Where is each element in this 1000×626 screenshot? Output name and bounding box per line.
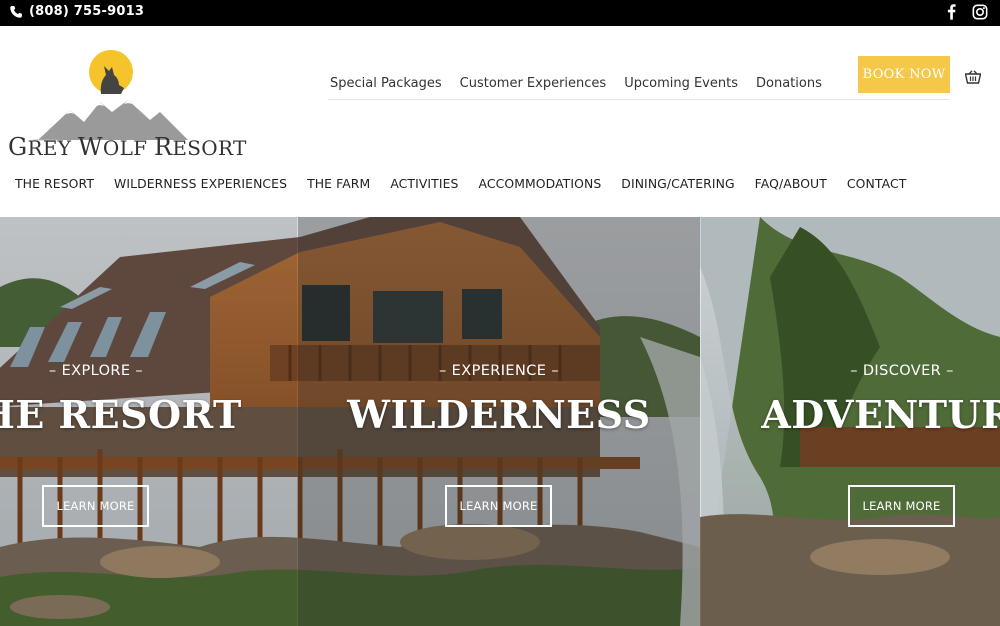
- learn-more-button[interactable]: LEARN MORE: [42, 485, 149, 527]
- book-now-button[interactable]: BOOK NOW: [858, 56, 950, 93]
- nav-wilderness-experiences[interactable]: WILDERNESS EXPERIENCES: [114, 176, 287, 191]
- phone-number[interactable]: (808) 755-9013: [29, 4, 144, 19]
- logo-wordmark: GREY WOLF RESORT: [8, 133, 247, 161]
- hero-eyebrow: – DISCOVER –: [850, 363, 954, 379]
- learn-more-button[interactable]: LEARN MORE: [848, 485, 955, 527]
- wolf-mountain-icon: [33, 50, 188, 141]
- phone-link[interactable]: (808) 755-9013: [9, 4, 144, 19]
- top-bar: (808) 755-9013: [0, 0, 1000, 26]
- hero-panel-experience: – EXPERIENCE – WILDERNESS LEARN MORE: [298, 217, 700, 626]
- phone-icon: [10, 5, 22, 18]
- nav-contact[interactable]: CONTACT: [847, 176, 906, 191]
- social-links: [947, 3, 988, 20]
- hero-panel-explore: – EXPLORE – THE RESORT LEARN MORE: [0, 217, 297, 626]
- secondary-nav: Special Packages Customer Experiences Up…: [330, 68, 822, 98]
- nav-divider: [328, 99, 950, 100]
- cart-icon[interactable]: [965, 70, 981, 84]
- hero-title: THE RESORT: [0, 392, 242, 437]
- facebook-icon[interactable]: [947, 3, 956, 20]
- hero-panel-discover: – DISCOVER – ADVENTURE LEARN MORE: [701, 217, 1000, 626]
- grey-wolf-resort-logo[interactable]: GREY WOLF RESORT: [8, 48, 246, 161]
- nav-donations[interactable]: Donations: [756, 76, 822, 91]
- nav-customer-experiences[interactable]: Customer Experiences: [460, 76, 607, 91]
- nav-accommodations[interactable]: ACCOMMODATIONS: [479, 176, 602, 191]
- hero-slider: – EXPLORE – THE RESORT LEARN MORE – EXPE…: [0, 217, 1000, 626]
- hero-title: WILDERNESS: [347, 392, 651, 437]
- instagram-icon[interactable]: [972, 4, 988, 20]
- hero-eyebrow: – EXPLORE –: [48, 363, 144, 379]
- nav-dining-catering[interactable]: DINING/CATERING: [621, 176, 734, 191]
- nav-activities[interactable]: ACTIVITIES: [390, 176, 458, 191]
- hero-title: ADVENTURE: [761, 392, 1000, 437]
- nav-the-farm[interactable]: THE FARM: [307, 176, 370, 191]
- nav-faq-about[interactable]: FAQ/ABOUT: [755, 176, 827, 191]
- nav-the-resort[interactable]: THE RESORT: [15, 176, 94, 191]
- main-nav: THE RESORT WILDERNESS EXPERIENCES THE FA…: [15, 176, 906, 191]
- nav-special-packages[interactable]: Special Packages: [330, 76, 442, 91]
- nav-upcoming-events[interactable]: Upcoming Events: [624, 76, 738, 91]
- hero-eyebrow: – EXPERIENCE –: [439, 363, 559, 379]
- learn-more-button[interactable]: LEARN MORE: [445, 485, 552, 527]
- site-header: GREY WOLF RESORT Special Packages Custom…: [0, 26, 1000, 217]
